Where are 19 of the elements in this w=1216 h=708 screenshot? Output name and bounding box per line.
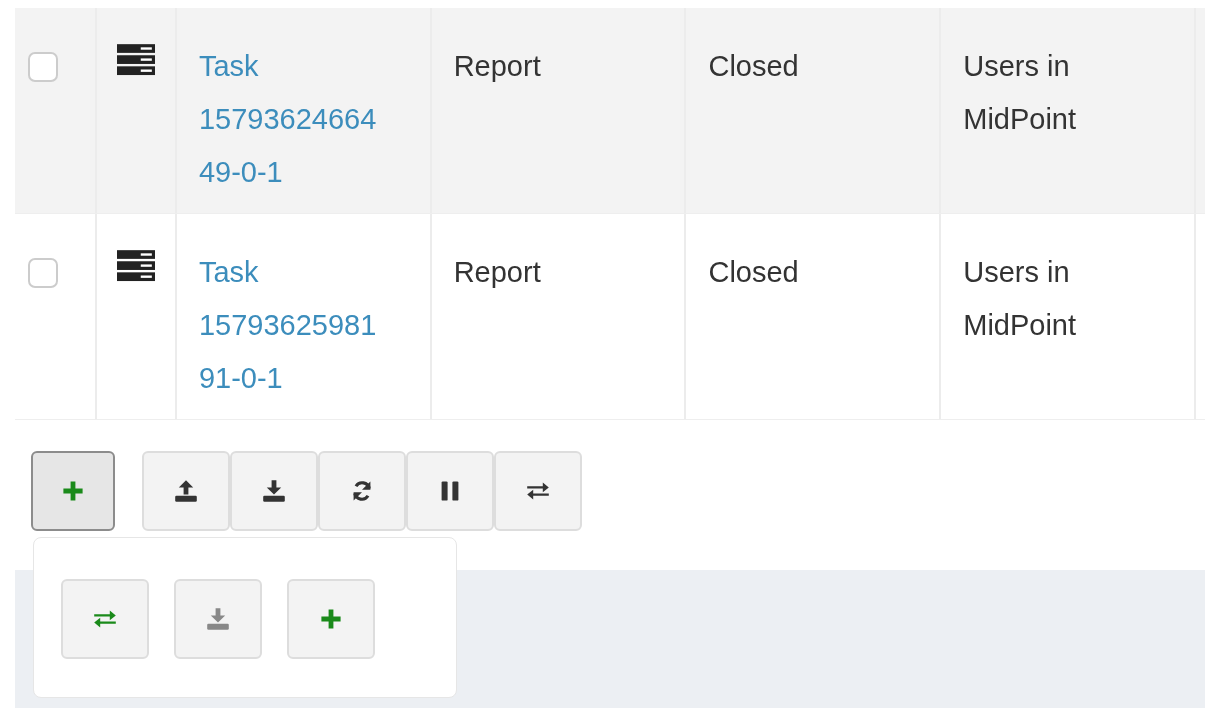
upload-button[interactable] xyxy=(142,451,230,531)
server-icon xyxy=(116,44,155,76)
table-cell-text: Users in MidPoint xyxy=(963,49,1078,137)
swap-button[interactable] xyxy=(61,579,149,659)
add-button[interactable] xyxy=(31,451,115,531)
download-button[interactable] xyxy=(230,451,318,531)
task-link[interactable]: Task 1579362466449-0-1 xyxy=(198,40,381,199)
table-cell-text: Users in MidPoint xyxy=(963,255,1078,343)
server-icon xyxy=(116,250,155,282)
table-cell: Closed xyxy=(708,256,799,288)
pause-button[interactable] xyxy=(406,451,494,531)
plus-button[interactable] xyxy=(287,579,375,659)
refresh-button[interactable] xyxy=(318,451,406,531)
task-link[interactable]: Task 1579362598191-0-1 xyxy=(198,246,381,405)
row-checkbox[interactable] xyxy=(28,52,58,82)
row-checkbox[interactable] xyxy=(28,258,58,288)
table-cell: Report xyxy=(453,50,541,82)
table-cell: Closed xyxy=(708,50,799,82)
table-cell: Report xyxy=(453,256,541,288)
